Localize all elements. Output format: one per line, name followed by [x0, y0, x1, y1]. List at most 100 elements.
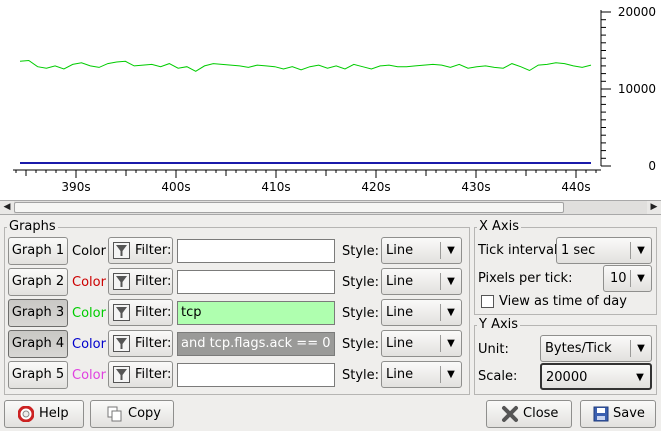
- style-select[interactable]: Line ▼: [381, 299, 462, 326]
- graph-name-label: Graph 1: [11, 243, 65, 258]
- y-axis-ticks: 20000 10000 0: [601, 5, 656, 173]
- copy-button[interactable]: Copy: [90, 400, 174, 428]
- graph-toggle-button[interactable]: Graph 3: [8, 299, 68, 327]
- save-button-label: Save: [613, 406, 645, 421]
- funnel-icon: [113, 304, 130, 321]
- x-axis-frame-title: X Axis: [477, 219, 522, 234]
- filter-button[interactable]: Filter:: [108, 268, 173, 295]
- unit-select[interactable]: Bytes/Tick ▼: [540, 335, 652, 362]
- y-tick-label: 10000: [618, 82, 656, 96]
- style-value: Line: [386, 274, 414, 289]
- x-tick-label: 430s: [461, 180, 490, 194]
- x-tick-label: 420s: [361, 180, 390, 194]
- funnel-icon: [113, 366, 130, 383]
- style-value: Line: [386, 336, 414, 351]
- scale-label: Scale:: [478, 369, 518, 384]
- chevron-down-icon: ▼: [447, 276, 455, 287]
- floppy-disk-icon: [593, 406, 609, 422]
- close-button[interactable]: Close: [486, 400, 572, 428]
- close-icon: [502, 406, 518, 422]
- x-axis-minor-ticks: [15, 170, 597, 178]
- style-label: Style:: [342, 368, 380, 383]
- scroll-left-icon[interactable]: ◀: [0, 201, 14, 214]
- graph-name-label: Graph 2: [11, 274, 65, 289]
- filter-button[interactable]: Filter:: [108, 361, 173, 388]
- style-label: Style:: [342, 337, 380, 352]
- horizontal-scrollbar[interactable]: ◀ ▶: [0, 200, 661, 215]
- chevron-down-icon: ▼: [637, 245, 645, 256]
- x-tick-label: 400s: [161, 180, 190, 194]
- graph-name-label: Graph 5: [11, 367, 65, 382]
- graph-toggle-button[interactable]: Graph 1: [8, 237, 68, 265]
- tick-interval-label: Tick interval:: [478, 243, 562, 258]
- save-button[interactable]: Save: [580, 400, 656, 428]
- funnel-icon: [113, 242, 130, 259]
- color-label: Color: [72, 244, 106, 259]
- pixels-per-tick-label: Pixels per tick:: [478, 271, 573, 286]
- graph-toggle-button[interactable]: Graph 4: [8, 330, 68, 358]
- style-select[interactable]: Line ▼: [381, 361, 462, 388]
- help-button-label: Help: [39, 406, 69, 421]
- pixels-per-tick-value: 10: [610, 271, 627, 286]
- filter-button-label: Filter:: [135, 305, 172, 320]
- tick-interval-value: 1 sec: [561, 243, 596, 258]
- funnel-icon: [113, 273, 130, 290]
- y-tick-label: 0: [648, 159, 656, 173]
- help-button[interactable]: Help: [4, 400, 84, 428]
- graph-toggle-button[interactable]: Graph 2: [8, 268, 68, 296]
- style-value: Line: [386, 367, 414, 382]
- filter-input[interactable]: and tcp.flags.ack == 0: [177, 332, 335, 356]
- x-tick-label: 390s: [61, 180, 90, 194]
- graph-toggle-button[interactable]: Graph 5: [8, 361, 68, 389]
- color-label: Color: [72, 275, 106, 290]
- scrollbar-thumb[interactable]: [14, 202, 564, 213]
- view-time-of-day-checkbox[interactable]: [481, 295, 494, 308]
- filter-button[interactable]: Filter:: [108, 237, 173, 264]
- filter-input[interactable]: tcp: [177, 301, 335, 325]
- y-axis-frame-title: Y Axis: [477, 317, 521, 332]
- filter-button-label: Filter:: [135, 274, 172, 289]
- color-label: Color: [72, 368, 106, 383]
- filter-button-label: Filter:: [135, 243, 172, 258]
- scale-value: 20000: [546, 370, 588, 385]
- filter-input[interactable]: [177, 239, 335, 263]
- io-graph-chart: 20000 10000 0 390s 400s 410s 420s 430s 440s: [13, 5, 656, 194]
- style-value: Line: [386, 305, 414, 320]
- scroll-right-icon[interactable]: ▶: [647, 201, 661, 214]
- chevron-down-icon: ▼: [447, 307, 455, 318]
- x-axis-labels: 390s 400s 410s 420s 430s 440s: [61, 180, 590, 194]
- view-time-of-day-label: View as time of day: [499, 294, 627, 309]
- filter-input[interactable]: [177, 363, 335, 387]
- filter-button-label: Filter:: [135, 367, 172, 382]
- copy-button-label: Copy: [128, 406, 161, 421]
- graphs-frame-title: Graphs: [7, 219, 58, 234]
- tick-interval-select[interactable]: 1 sec ▼: [556, 237, 652, 264]
- x-tick-label: 410s: [261, 180, 290, 194]
- pixels-per-tick-select[interactable]: 10 ▼: [603, 265, 652, 292]
- chevron-down-icon: ▼: [636, 372, 644, 383]
- style-label: Style:: [342, 306, 380, 321]
- style-value: Line: [386, 243, 414, 258]
- copy-icon: [107, 406, 122, 422]
- filter-button[interactable]: Filter:: [108, 299, 173, 326]
- graph-name-label: Graph 4: [11, 336, 65, 351]
- graph-plot-area[interactable]: 20000 10000 0 390s 400s 410s 420s 430s 440s: [0, 0, 661, 200]
- style-label: Style:: [342, 275, 380, 290]
- style-select[interactable]: Line ▼: [381, 330, 462, 357]
- x-tick-label: 440s: [561, 180, 590, 194]
- funnel-icon: [113, 335, 130, 352]
- scale-select[interactable]: 20000 ▼: [540, 363, 652, 390]
- filter-input[interactable]: [177, 270, 335, 294]
- color-label: Color: [72, 337, 106, 352]
- style-select[interactable]: Line ▼: [381, 237, 462, 264]
- graph-name-label: Graph 3: [11, 305, 65, 320]
- unit-value: Bytes/Tick: [545, 341, 612, 356]
- chevron-down-icon: ▼: [637, 343, 645, 354]
- unit-label: Unit:: [478, 342, 509, 357]
- chevron-down-icon: ▼: [447, 369, 455, 380]
- style-label: Style:: [342, 244, 380, 259]
- close-button-label: Close: [523, 406, 559, 421]
- filter-button[interactable]: Filter:: [108, 330, 173, 357]
- style-select[interactable]: Line ▼: [381, 268, 462, 295]
- lifebuoy-icon: [18, 406, 34, 422]
